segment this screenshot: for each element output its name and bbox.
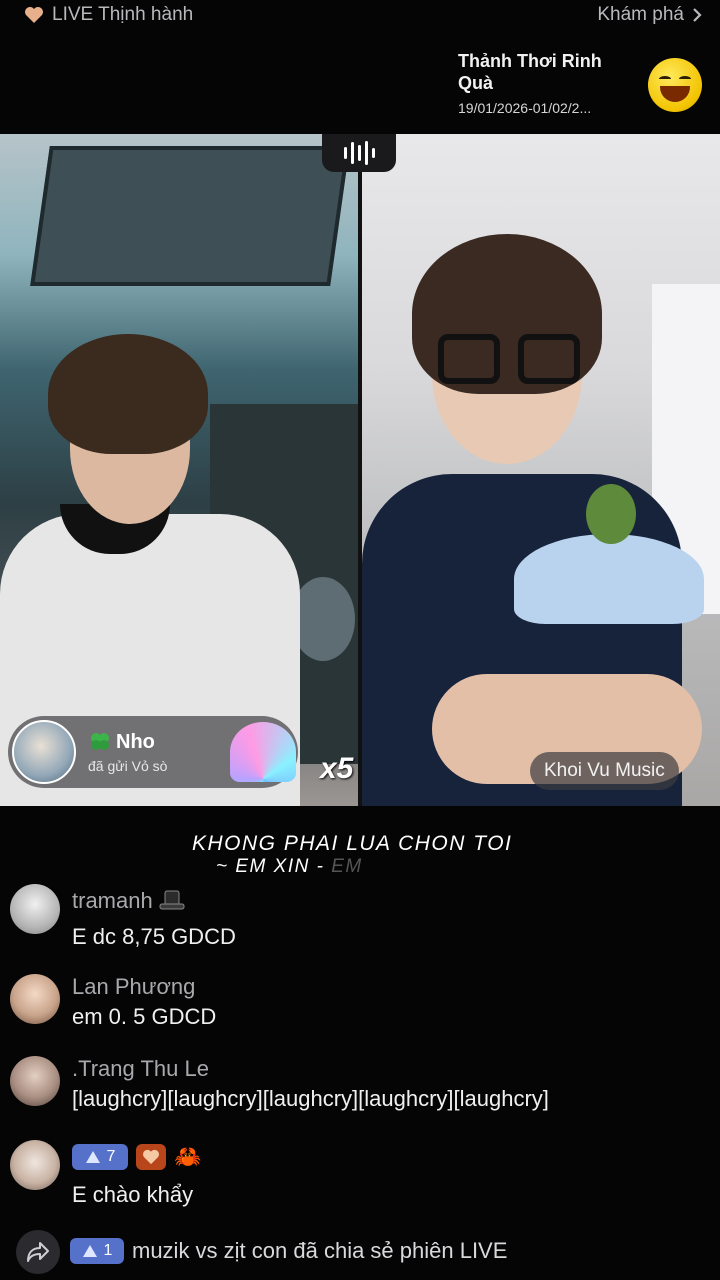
top-bar: LIVE Thịnh hành Khám phá Thảnh Thơi Rinh… [0, 0, 720, 130]
video-divider [358, 134, 362, 806]
audio-bar [364, 141, 368, 165]
avatar[interactable] [10, 974, 60, 1024]
emoji-eye-right [679, 76, 691, 82]
user-badges: 7 🦀 [72, 1144, 201, 1170]
ceiling-panel [30, 146, 350, 286]
share-icon[interactable] [16, 1230, 60, 1274]
comment-text: em 0. 5 GDCD [72, 1004, 217, 1029]
avatar[interactable] [12, 720, 76, 784]
crochet-hat [514, 534, 704, 624]
gift-multiplier: x5 [320, 752, 354, 785]
gift-message: đã gửi Vỏ sò [88, 758, 168, 774]
audio-indicator[interactable] [322, 134, 396, 172]
lyric-line-1: KHONG PHAI LUA CHON TOI [192, 832, 513, 855]
hair [48, 334, 208, 454]
comment-text: E dc 8,75 GDCD [72, 924, 236, 949]
emoji-eye-left [659, 76, 671, 82]
glasses-right-lens [518, 334, 580, 384]
comment-text: E chào khẩy [72, 1182, 194, 1207]
share-text: muzik vs zịt con đã chia sẻ phiên LIVE [132, 1238, 508, 1263]
promo-date: 19/01/2026-01/02/2... [458, 100, 592, 116]
promo-title: Thảnh Thơi Rinh Quà [458, 51, 602, 93]
clover-icon [91, 733, 109, 750]
live-trending-tab[interactable]: LIVE Thịnh hành [24, 4, 193, 26]
crochet-frog [586, 484, 636, 544]
seashell-gift-icon [230, 722, 296, 782]
share-message: 1 muzik vs zịt con đã chia sẻ phiên LIVE [70, 1238, 507, 1264]
live-trending-label: LIVE Thịnh hành [52, 4, 194, 25]
heart-icon [25, 7, 43, 23]
level-badge: 1 [70, 1238, 124, 1264]
glasses-left-lens [438, 334, 500, 384]
comment-user-name[interactable]: .Trang Thu Le [72, 1056, 209, 1082]
crab-icon: 🦀 [174, 1144, 202, 1169]
comment-user-name: tramanh [72, 888, 153, 913]
emoji-mouth [660, 86, 690, 102]
gift-sender-name: Nho [116, 730, 155, 753]
fan-badge [136, 1144, 166, 1170]
host-video-left[interactable] [0, 134, 358, 806]
top-hat-icon [159, 890, 185, 910]
level-badge: 7 [72, 1144, 128, 1170]
laughing-emoji-icon[interactable] [648, 58, 702, 112]
avatar[interactable] [10, 1140, 60, 1190]
triangle-icon [82, 1245, 97, 1257]
audio-bar [357, 145, 361, 161]
audio-bar [350, 142, 354, 164]
level-value: 1 [103, 1242, 113, 1259]
heart-icon [143, 1149, 159, 1165]
audio-bar [343, 147, 347, 159]
lyric-line-2-fade: EM [331, 856, 363, 877]
share-arrow-icon [27, 1242, 49, 1262]
comment-text: [laughcry][laughcry][laughcry][laughcry]… [72, 1086, 549, 1111]
explore-label: Khám phá [597, 4, 684, 25]
comment-user[interactable]: tramanh [72, 888, 185, 914]
guest-video-right[interactable] [362, 134, 720, 806]
lyric-line-2-text: ~ EM XIN - [216, 856, 325, 877]
avatar[interactable] [10, 884, 60, 934]
explore-button[interactable]: Khám phá [597, 4, 702, 26]
comment-user-name[interactable]: Lan Phương [72, 974, 195, 1000]
level-value: 7 [106, 1148, 116, 1165]
triangle-icon [85, 1151, 100, 1163]
avatar[interactable] [10, 1056, 60, 1106]
promo-banner[interactable]: Thảnh Thơi Rinh Quà 19/01/2026-01/02/2..… [458, 50, 638, 116]
lyric-line-2: ~ EM XIN - EM [216, 856, 363, 878]
chevron-right-icon [693, 8, 702, 22]
guest-name-tag[interactable]: Khoi Vu Music [530, 752, 679, 790]
audio-bar [371, 148, 375, 158]
share-notification: 1 muzik vs zịt con đã chia sẻ phiên LIVE [14, 1228, 714, 1278]
